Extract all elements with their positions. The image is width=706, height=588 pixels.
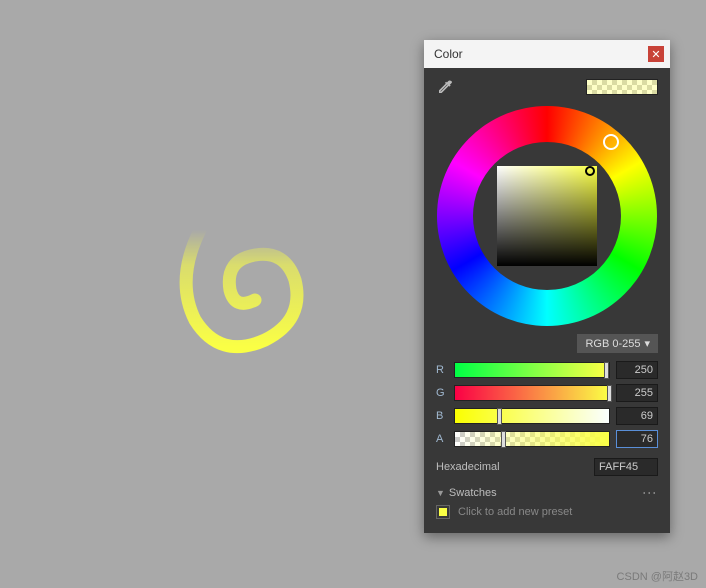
r-slider[interactable] bbox=[454, 362, 610, 378]
panel-header: Color ✕ bbox=[424, 40, 670, 68]
b-label: B bbox=[436, 410, 448, 422]
swatches-toggle-icon[interactable]: ▼ bbox=[436, 488, 445, 498]
b-slider[interactable] bbox=[454, 408, 610, 424]
panel-title: Color bbox=[434, 47, 463, 61]
hex-input[interactable] bbox=[594, 458, 658, 476]
g-slider[interactable] bbox=[454, 385, 610, 401]
color-picker-panel: Color ✕ RGB 0-255▾ R G B bbox=[424, 40, 670, 533]
chevron-down-icon: ▾ bbox=[644, 337, 650, 350]
current-color-swatch[interactable] bbox=[586, 79, 658, 95]
saturation-value-box[interactable] bbox=[497, 166, 597, 266]
color-mode-dropdown[interactable]: RGB 0-255▾ bbox=[577, 334, 658, 353]
b-input[interactable] bbox=[616, 407, 658, 425]
r-input[interactable] bbox=[616, 361, 658, 379]
add-preset-button[interactable]: Click to add new preset bbox=[458, 506, 572, 518]
watermark: CSDN @阿赵3D bbox=[617, 568, 698, 584]
swatches-label[interactable]: Swatches bbox=[449, 487, 497, 499]
spiral-preview bbox=[155, 200, 315, 360]
close-button[interactable]: ✕ bbox=[648, 46, 664, 62]
a-slider[interactable] bbox=[454, 431, 610, 447]
a-input[interactable] bbox=[616, 430, 658, 448]
eyedropper-icon[interactable] bbox=[436, 78, 454, 96]
a-label: A bbox=[436, 433, 448, 445]
g-label: G bbox=[436, 387, 448, 399]
g-input[interactable] bbox=[616, 384, 658, 402]
swatches-menu-icon[interactable]: ⋮ bbox=[642, 486, 658, 499]
color-wheel[interactable] bbox=[437, 106, 657, 326]
preset-swatch[interactable] bbox=[436, 505, 450, 519]
sv-cursor[interactable] bbox=[585, 166, 595, 176]
hue-cursor[interactable] bbox=[603, 134, 619, 150]
r-label: R bbox=[436, 364, 448, 376]
hex-label: Hexadecimal bbox=[436, 461, 500, 473]
